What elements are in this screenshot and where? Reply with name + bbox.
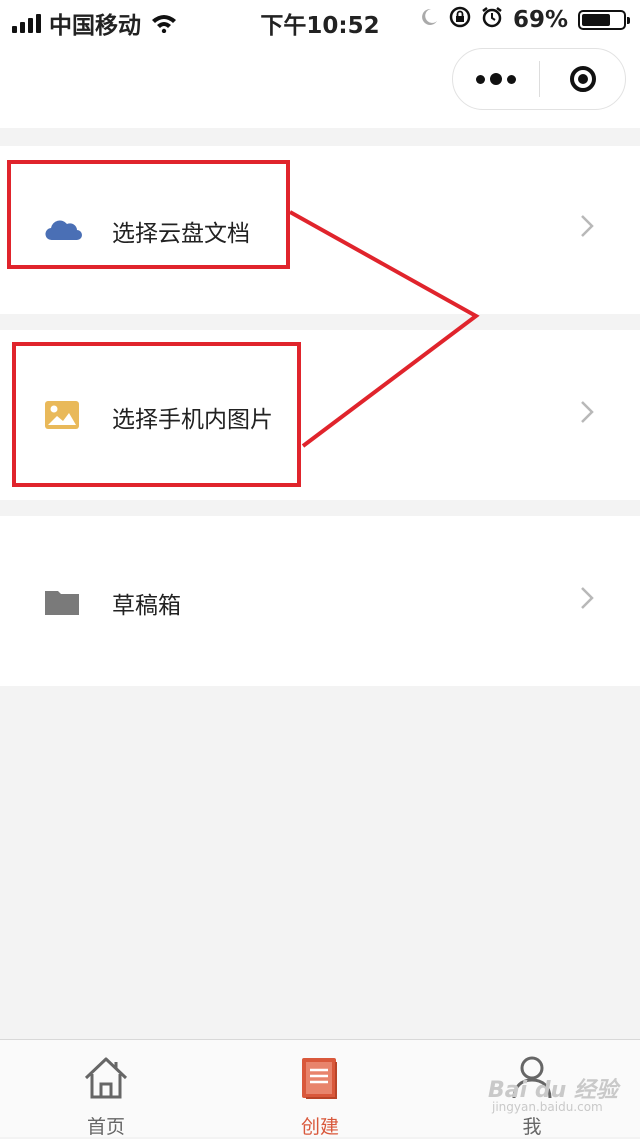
tab-home[interactable]: 首页 — [46, 1040, 166, 1138]
annotation-arrow-lines — [289, 210, 480, 448]
tab-label: 首页 — [86, 1116, 125, 1138]
watermark-sub: jingyan.baidu.com — [492, 1100, 603, 1114]
home-icon — [82, 1054, 130, 1106]
tab-label: 创建 — [300, 1116, 339, 1138]
create-doc-icon — [296, 1054, 344, 1106]
tab-label: 我 — [522, 1116, 542, 1138]
tab-create[interactable]: 创建 — [260, 1040, 380, 1138]
